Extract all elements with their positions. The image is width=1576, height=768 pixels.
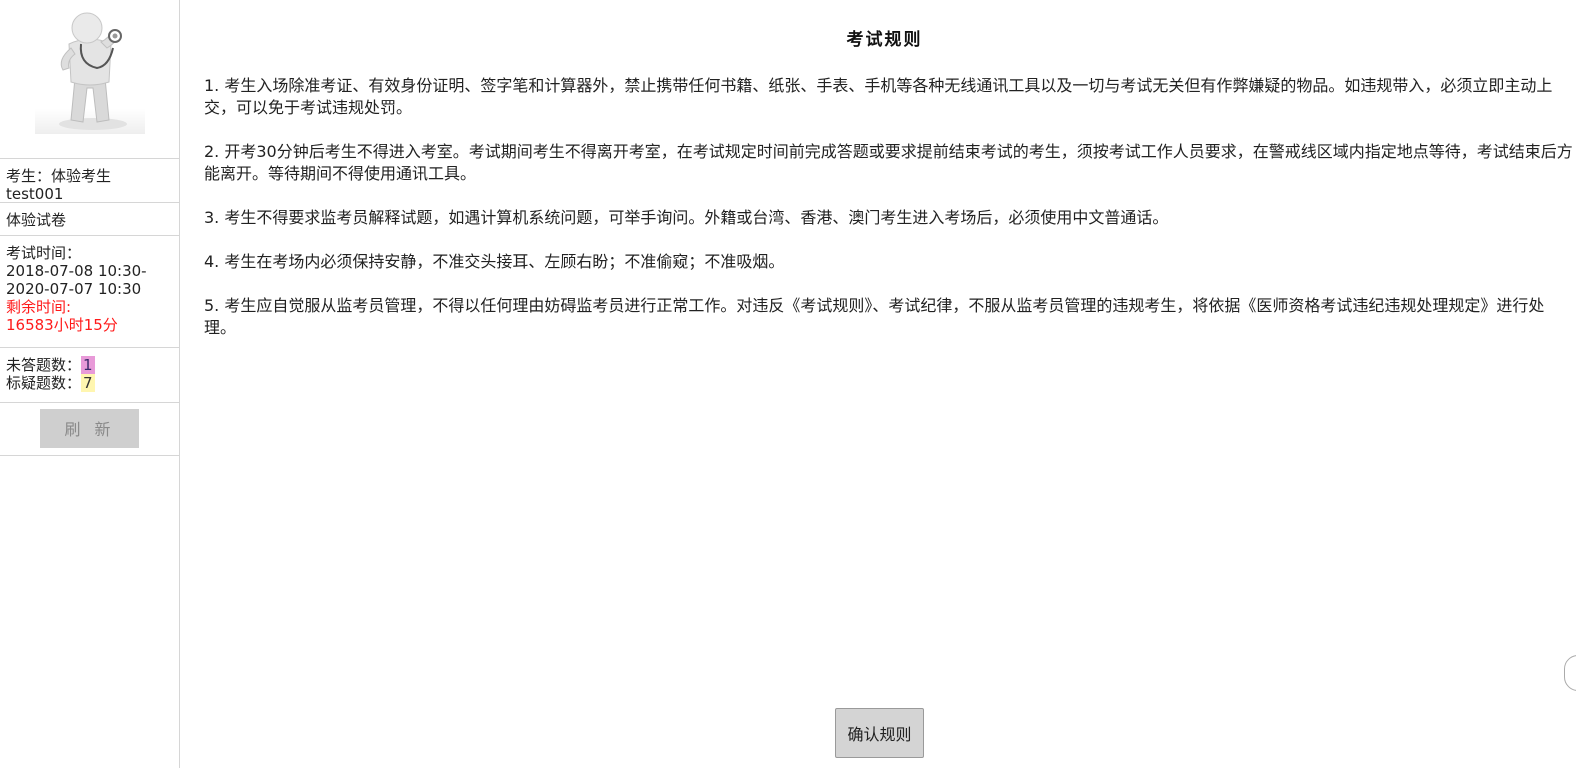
edge-scroll-handle[interactable] [1564,655,1576,691]
paper-name: 体验试卷 [6,211,67,229]
exam-time-label: 考试时间： [6,244,82,262]
rule-item-5: 5. 考生应自觉服从监考员管理，不得以任何理由妨碍监考员进行正常工作。对违反《考… [204,296,1545,337]
rule-item-1: 1. 考生入场除准考证、有效身份证明、签字笔和计算器外，禁止携带任何书籍、纸张、… [204,76,1553,117]
exam-time-start: 2018-07-08 10:30- [6,262,147,280]
candidate-name: 考生：体验考生 [6,167,112,185]
avatar-section [0,0,179,159]
candidate-info: 考生：体验考生 test001 [0,159,179,203]
exam-time-end: 2020-07-07 10:30 [6,280,142,298]
rules-panel: 考试规则 1. 考生入场除准考证、有效身份证明、签字笔和计算器外，禁止携带任何书… [181,0,1576,768]
confirm-rules-button[interactable]: 确认规则 [835,708,924,758]
avatar [35,8,145,134]
page-title: 考试规则 [846,30,923,50]
unanswered-count-row: 未答题数： 1 [6,356,173,374]
rules-list: 1. 考生入场除准考证、有效身份证明、签字笔和计算器外，禁止携带任何书籍、纸张、… [204,75,1576,361]
candidate-sidebar: 考生：体验考生 test001 体验试卷 考试时间： 2018-07-08 10… [0,0,180,768]
question-counts: 未答题数： 1 标疑题数： 7 [0,348,179,403]
flagged-count-badge: 7 [81,374,95,392]
refresh-button[interactable]: 刷新 [40,409,139,448]
remaining-time-label: 剩余时间: [6,298,72,316]
candidate-id: test001 [6,185,64,203]
flagged-count-row: 标疑题数： 7 [6,374,173,392]
refresh-section: 刷新 [0,403,179,456]
doctor-figure-icon [59,12,127,130]
exam-rules-page: 考生：体验考生 test001 体验试卷 考试时间： 2018-07-08 10… [0,0,1576,768]
unanswered-label: 未答题数： [6,356,82,374]
rule-item-2: 2. 开考30分钟后考生不得进入考室。考试期间考生不得离开考室，在考试规定时间前… [204,142,1573,183]
exam-time-info: 考试时间： 2018-07-08 10:30- 2020-07-07 10:30… [0,236,179,348]
rule-item-4: 4. 考生在考场内必须保持安静，不准交头接耳、左顾右盼；不准偷窥；不准吸烟。 [204,252,785,271]
flagged-label: 标疑题数： [6,374,82,392]
paper-info: 体验试卷 [0,203,179,236]
remaining-time-value: 16583小时15分 [6,316,118,334]
unanswered-count-badge: 1 [81,356,95,374]
rule-item-3: 3. 考生不得要求监考员解释试题，如遇计算机系统问题，可举手询问。外籍或台湾、香… [204,208,1169,227]
